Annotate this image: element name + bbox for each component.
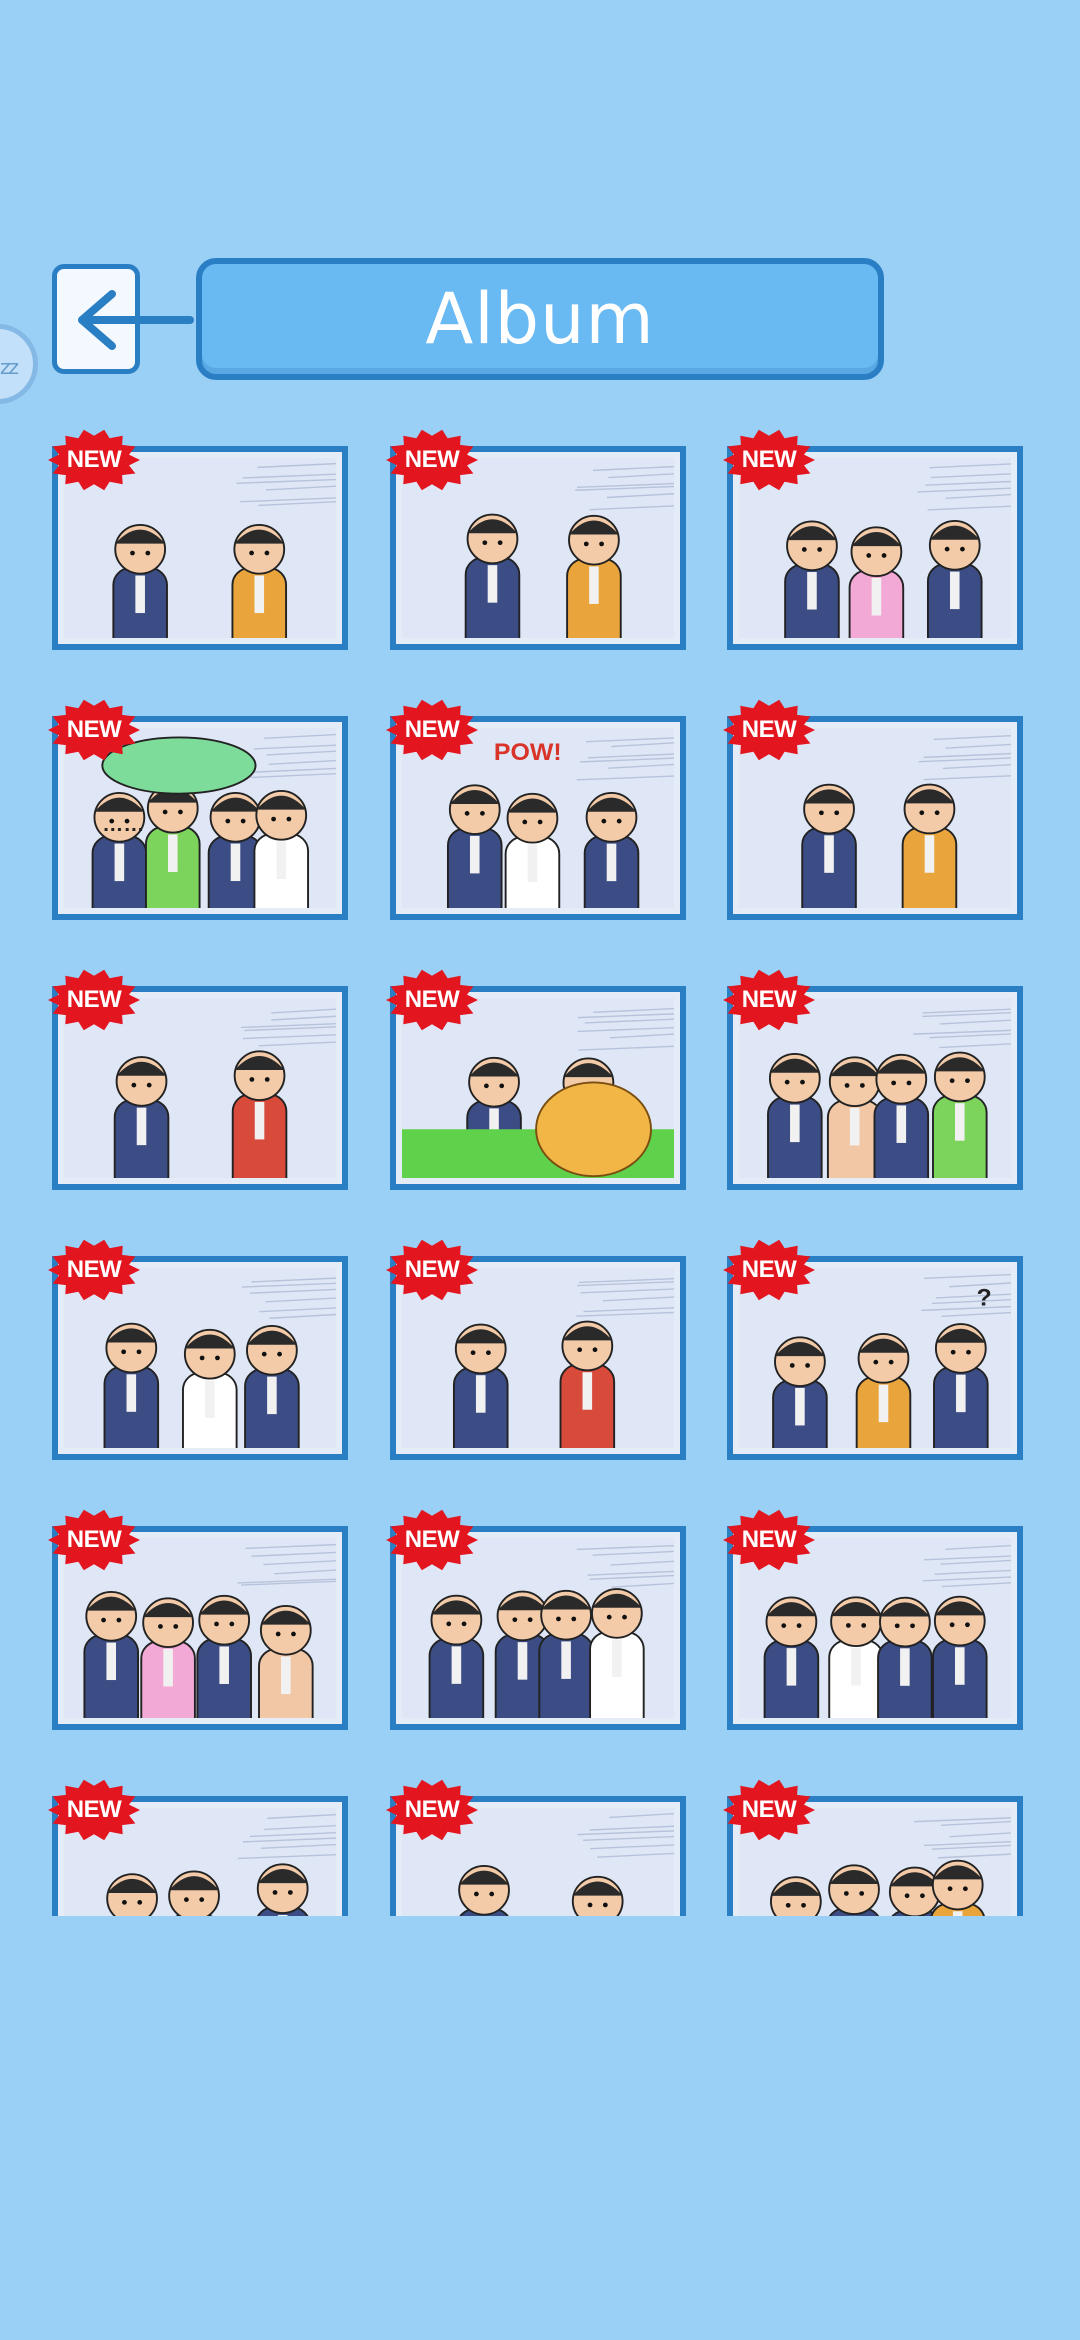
new-badge-label: NEW [404, 1256, 460, 1283]
new-badge-label: NEW [66, 986, 122, 1013]
new-badge-label: NEW [66, 1796, 122, 1823]
new-badge: NEW [46, 428, 142, 492]
new-badge: NEW [721, 698, 817, 762]
new-badge: NEW [46, 1238, 142, 1302]
new-badge-label: NEW [741, 1796, 797, 1823]
new-badge: NEW [384, 1778, 480, 1842]
new-badge-label: NEW [741, 446, 797, 473]
new-badge: NEW [384, 1238, 480, 1302]
new-badge: NEW [721, 428, 817, 492]
new-badge-label: NEW [66, 446, 122, 473]
new-badge: NEW [721, 1238, 817, 1302]
new-badge-label: NEW [404, 1796, 460, 1823]
back-button[interactable] [52, 264, 194, 374]
scene-caption: ? [977, 1285, 992, 1312]
new-badge-label: NEW [404, 1526, 460, 1553]
new-badge-label: NEW [66, 1526, 122, 1553]
new-badge: NEW [721, 1508, 817, 1572]
new-badge: NEW [721, 968, 817, 1032]
new-badge-label: NEW [741, 986, 797, 1013]
new-badge: NEW [46, 1508, 142, 1572]
new-badge: NEW [384, 968, 480, 1032]
new-badge: NEW [721, 1778, 817, 1842]
new-badge: NEW [384, 1508, 480, 1572]
scene-caption: POW! [494, 739, 562, 766]
new-badge-label: NEW [741, 1526, 797, 1553]
new-badge-label: NEW [404, 716, 460, 743]
new-badge-label: NEW [66, 1256, 122, 1283]
new-badge: NEW [384, 428, 480, 492]
scene-caption: …… [102, 813, 144, 836]
new-badge: NEW [384, 698, 480, 762]
new-badge-label: NEW [404, 986, 460, 1013]
new-badge-label: NEW [404, 446, 460, 473]
new-badge-label: NEW [741, 1256, 797, 1283]
new-badge: NEW [46, 698, 142, 762]
page-title: Album [425, 278, 655, 360]
new-badge: NEW [46, 968, 142, 1032]
new-badge-label: NEW [66, 716, 122, 743]
new-badge-label: NEW [741, 716, 797, 743]
album-title-banner: Album [196, 258, 884, 380]
new-badge: NEW [46, 1778, 142, 1842]
